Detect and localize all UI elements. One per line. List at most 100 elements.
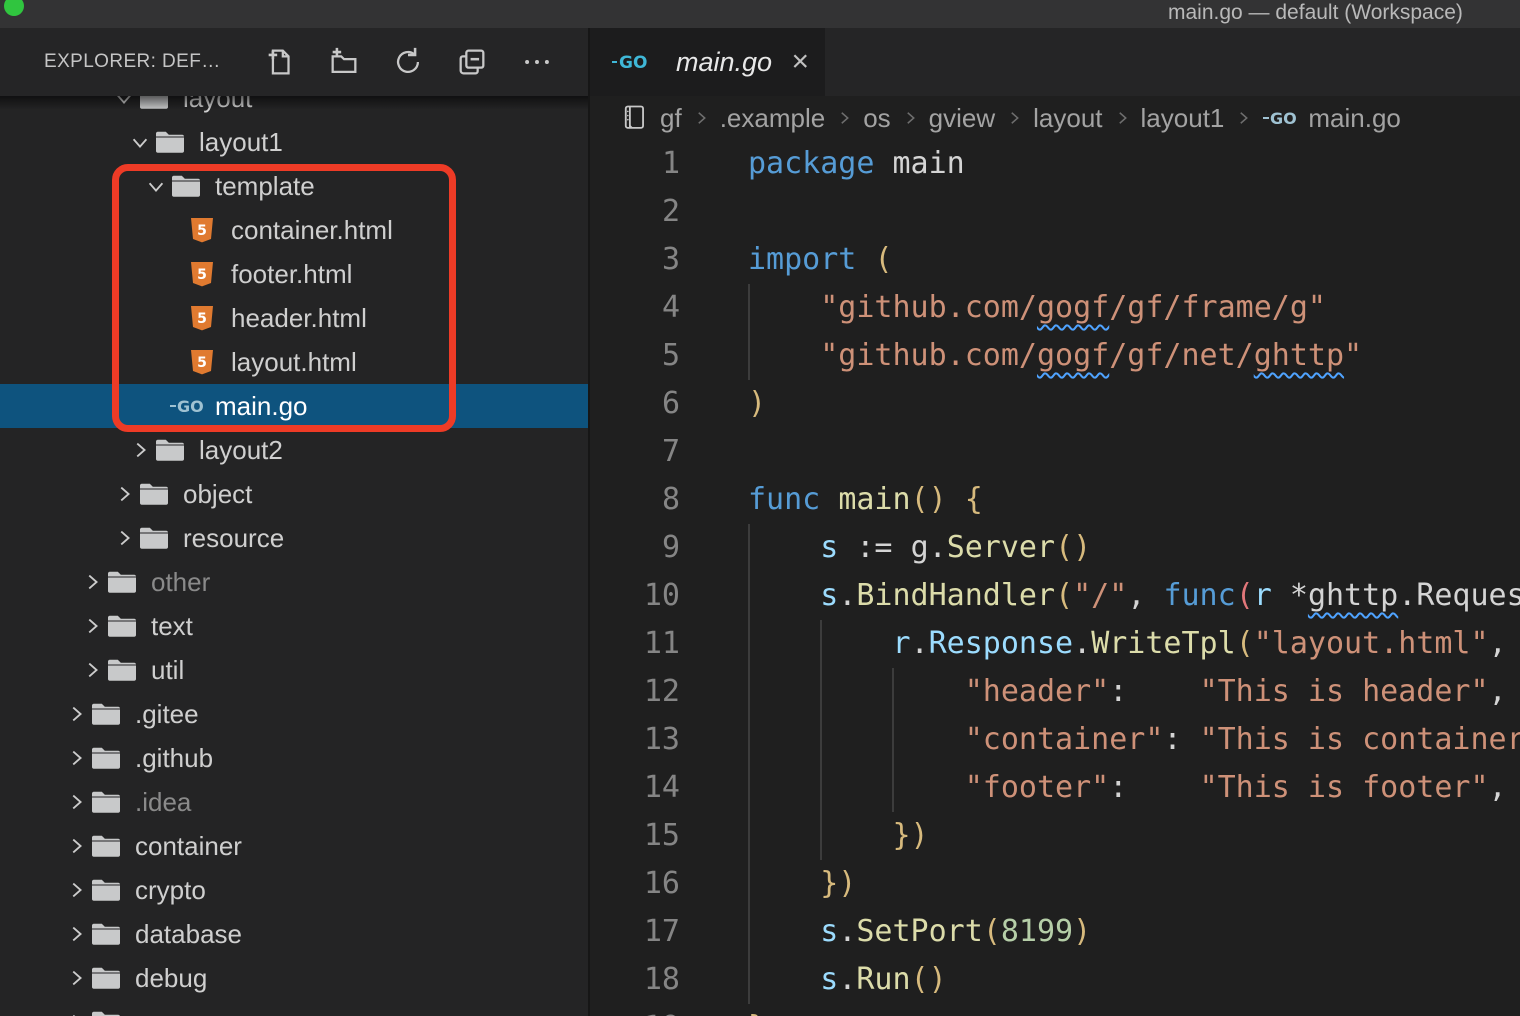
svg-text:GO: GO	[177, 397, 203, 416]
file-tree: layout layout1 template 5 container.html 5foo…	[0, 96, 588, 1016]
code-line-3: 3import (	[590, 236, 1520, 284]
editor-group: GO main.go × gf .example os gview layout layo…	[590, 28, 1520, 1016]
tree-item-crypto[interactable]: crypto	[0, 868, 588, 912]
tree-item-.idea[interactable]: .idea	[0, 780, 588, 824]
tree-item-main.go[interactable]: GO main.go	[0, 384, 588, 428]
breadcrumb-separator-icon	[692, 109, 710, 127]
book-icon	[620, 104, 648, 132]
chevron-right-icon[interactable]	[63, 1008, 89, 1016]
chevron-down-icon[interactable]	[111, 96, 137, 112]
code-text: )	[748, 380, 766, 428]
line-number: 6	[590, 380, 680, 428]
code-text: "container": "This is container",	[748, 716, 1520, 764]
code-text: "footer": "This is footer",	[748, 764, 1507, 812]
code-area[interactable]: 1package main23import (4 "github.com/gog…	[590, 140, 1520, 1016]
tree-item-.gitee[interactable]: .gitee	[0, 692, 588, 736]
refresh-icon[interactable]	[391, 45, 425, 79]
breadcrumb-layout1[interactable]: layout1	[1141, 103, 1225, 134]
code-text: r.Response.WriteTpl("layout.html", g.Map…	[748, 620, 1520, 668]
folder-icon	[89, 919, 123, 949]
tree-item-layout1[interactable]: layout1	[0, 120, 588, 164]
explorer-header: EXPLORER: DEF…	[0, 28, 588, 96]
tree-item-partial[interactable]	[0, 1000, 588, 1016]
chevron-right-icon[interactable]	[63, 788, 89, 816]
tree-item-text[interactable]: text	[0, 604, 588, 648]
tab-main-go[interactable]: GO main.go ×	[590, 28, 825, 96]
chevron-right-icon[interactable]	[63, 920, 89, 948]
breadcrumb-layout[interactable]: layout	[1033, 103, 1102, 134]
line-number: 8	[590, 476, 680, 524]
tree-item-util[interactable]: util	[0, 648, 588, 692]
explorer-title: EXPLORER: DEF…	[44, 28, 221, 96]
new-file-icon[interactable]	[263, 45, 297, 79]
tree-item-layout2[interactable]: layout2	[0, 428, 588, 472]
chevron-down-icon[interactable]	[127, 128, 153, 156]
folder-icon	[89, 875, 123, 905]
tree-item-label: layout1	[197, 127, 283, 158]
chevron-right-icon[interactable]	[63, 744, 89, 772]
chevron-right-icon[interactable]	[63, 964, 89, 992]
tree-item-resource[interactable]: resource	[0, 516, 588, 560]
folder-icon	[153, 127, 187, 157]
tree-item-.github[interactable]: .github	[0, 736, 588, 780]
go-icon: GO	[169, 391, 203, 421]
tree-item-debug[interactable]: debug	[0, 956, 588, 1000]
line-number: 14	[590, 764, 680, 812]
code-line-15: 15 })	[590, 812, 1520, 860]
chevron-right-icon[interactable]	[63, 832, 89, 860]
tab-close-icon[interactable]: ×	[791, 47, 809, 77]
breadcrumbs: gf.exampleosgviewlayoutlayout1GOmain.go	[590, 96, 1520, 140]
tree-item-container[interactable]: container	[0, 824, 588, 868]
code-text: "header": "This is header",	[748, 668, 1507, 716]
breadcrumb-main.go[interactable]: main.go	[1308, 103, 1401, 134]
tree-item-label: template	[213, 171, 315, 202]
breadcrumb-os[interactable]: os	[863, 103, 890, 134]
collapse-folders-icon[interactable]	[455, 45, 489, 79]
chevron-right-icon[interactable]	[79, 612, 105, 640]
tree-item-label: resource	[181, 523, 284, 554]
tree-item-label: container.html	[229, 215, 393, 246]
chevron-right-icon[interactable]	[127, 436, 153, 464]
folder-icon	[89, 831, 123, 861]
tree-item-label: crypto	[133, 875, 206, 906]
svg-text:5: 5	[197, 223, 207, 239]
chevron-right-icon[interactable]	[79, 568, 105, 596]
code-text: })	[748, 812, 929, 860]
chevron-right-icon[interactable]	[111, 480, 137, 508]
tree-item-object[interactable]: object	[0, 472, 588, 516]
tree-item-header.html[interactable]: 5header.html	[0, 296, 588, 340]
breadcrumb-separator-icon	[1005, 109, 1023, 127]
tree-item-database[interactable]: database	[0, 912, 588, 956]
new-folder-icon[interactable]	[327, 45, 361, 79]
breadcrumb-gf[interactable]: gf	[660, 103, 682, 134]
chevron-right-icon[interactable]	[111, 524, 137, 552]
code-text: func main() {	[748, 476, 983, 524]
tree-item-container.html[interactable]: 5 container.html	[0, 208, 588, 252]
breadcrumb-separator-icon	[835, 109, 853, 127]
line-number: 5	[590, 332, 680, 380]
code-text: })	[748, 860, 856, 908]
breadcrumb-.example[interactable]: .example	[720, 103, 826, 134]
code-line-5: 5 "github.com/gogf/gf/net/ghttp"	[590, 332, 1520, 380]
tree-item-other[interactable]: other	[0, 560, 588, 604]
html-icon: 5	[185, 215, 219, 245]
tree-item-label: header.html	[229, 303, 367, 334]
breadcrumb-gview[interactable]: gview	[929, 103, 995, 134]
chevron-down-icon[interactable]	[143, 172, 169, 200]
folder-icon	[89, 1007, 123, 1016]
tree-item-footer.html[interactable]: 5footer.html	[0, 252, 588, 296]
chevron-right-icon[interactable]	[63, 700, 89, 728]
tree-item-template[interactable]: template	[0, 164, 588, 208]
tree-item-label: main.go	[213, 391, 308, 422]
folder-icon	[137, 523, 171, 553]
more-actions-icon[interactable]	[520, 45, 554, 79]
window-maximize-button[interactable]	[4, 0, 24, 16]
tree-item-label: database	[133, 919, 242, 950]
tree-item-layout[interactable]: layout	[0, 96, 588, 120]
tab-label: main.go	[676, 47, 772, 78]
tree-item-layout.html[interactable]: 5layout.html	[0, 340, 588, 384]
chevron-right-icon[interactable]	[63, 876, 89, 904]
chevron-right-icon[interactable]	[79, 656, 105, 684]
folder-icon	[105, 655, 139, 685]
tree-item-label: container	[133, 831, 242, 862]
